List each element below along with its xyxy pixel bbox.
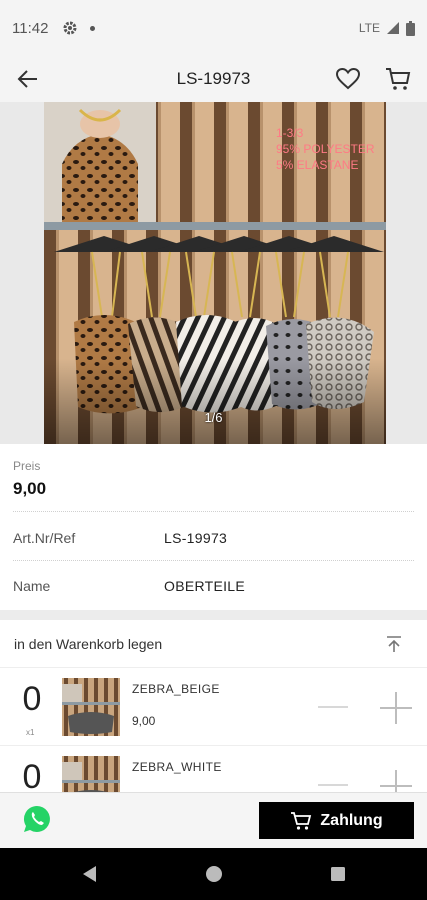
arrow-left-icon bbox=[17, 70, 37, 88]
add-to-cart-section: in den Warenkorb legen 0 x1 ZEBRA_BEIGE … bbox=[0, 620, 427, 792]
divider bbox=[13, 560, 414, 561]
variant-quantity-multiplier: x1 bbox=[26, 728, 35, 737]
variant-name: ZEBRA_BEIGE bbox=[132, 682, 220, 696]
battery-icon bbox=[406, 20, 415, 36]
variant-thumbnail-art bbox=[62, 756, 120, 792]
article-number-label: Art.Nr/Ref bbox=[13, 530, 76, 546]
gallery-counter: 1/6 bbox=[204, 410, 223, 425]
decrease-quantity-button[interactable] bbox=[318, 784, 348, 786]
price-value: 9,00 bbox=[13, 479, 47, 498]
cart-icon bbox=[291, 811, 312, 830]
increase-quantity-button[interactable] bbox=[380, 770, 412, 792]
bottom-action-bar: Zahlung bbox=[0, 792, 427, 848]
status-indicators: LTE bbox=[358, 20, 415, 36]
whatsapp-button[interactable] bbox=[22, 804, 52, 834]
collapse-button[interactable] bbox=[376, 626, 412, 662]
variant-row: 0 x1 ZEBRA_BEIGE 9,00 bbox=[0, 668, 427, 746]
variant-thumbnail[interactable] bbox=[62, 678, 120, 736]
photo-overlay-line: 1-3/3 bbox=[276, 126, 304, 140]
settings-icon bbox=[63, 21, 77, 35]
whatsapp-icon bbox=[23, 805, 50, 832]
divider bbox=[13, 511, 414, 512]
price-label: Preis bbox=[13, 459, 41, 473]
nav-home-icon[interactable] bbox=[204, 864, 224, 884]
status-time: 11:42 bbox=[12, 19, 49, 37]
photo-overlay-line: 95% POLYESTER bbox=[276, 142, 375, 156]
status-bar: 11:42 LTE bbox=[0, 0, 427, 56]
variant-row: 0 ZEBRA_WHITE bbox=[0, 746, 427, 792]
checkout-button[interactable]: Zahlung bbox=[259, 802, 414, 839]
heart-icon bbox=[336, 68, 360, 90]
app-bar: LS-19973 bbox=[0, 56, 427, 102]
product-info: Preis 9,00 Art.Nr/Ref LS-19973 Name OBER… bbox=[0, 444, 427, 610]
collapse-up-icon bbox=[387, 636, 401, 652]
decrease-quantity-button[interactable] bbox=[318, 706, 348, 708]
name-label: Name bbox=[13, 578, 51, 594]
nav-recents-icon[interactable] bbox=[328, 864, 348, 884]
cart-button[interactable] bbox=[380, 61, 416, 97]
cart-section-title: in den Warenkorb legen bbox=[14, 636, 163, 652]
product-photo: 1-3/3 95% POLYESTER 5% ELASTANE bbox=[44, 102, 386, 444]
notification-dot-icon bbox=[90, 25, 96, 31]
system-navigation-bar bbox=[0, 848, 427, 900]
variant-quantity: 0 bbox=[22, 680, 42, 718]
variant-thumbnail-art bbox=[62, 678, 120, 736]
signal-icon bbox=[387, 22, 399, 34]
favorite-button[interactable] bbox=[330, 61, 366, 97]
variant-price: 9,00 bbox=[132, 714, 156, 728]
network-type: LTE bbox=[358, 21, 380, 35]
variant-quantity: 0 bbox=[22, 758, 42, 792]
nav-back-icon[interactable] bbox=[80, 864, 100, 884]
back-button[interactable] bbox=[10, 61, 46, 97]
checkout-button-label: Zahlung bbox=[320, 811, 383, 829]
variant-name: ZEBRA_WHITE bbox=[132, 760, 222, 774]
increase-quantity-button[interactable] bbox=[380, 692, 412, 724]
cart-section-header: in den Warenkorb legen bbox=[0, 620, 427, 668]
product-gallery[interactable]: 1-3/3 95% POLYESTER 5% ELASTANE 1/6 bbox=[0, 102, 427, 444]
article-number-value: LS-19973 bbox=[164, 530, 228, 546]
cart-icon bbox=[386, 68, 411, 90]
variant-thumbnail[interactable] bbox=[62, 756, 120, 792]
photo-overlay-line: 5% ELASTANE bbox=[276, 158, 359, 172]
name-value: OBERTEILE bbox=[164, 578, 246, 594]
